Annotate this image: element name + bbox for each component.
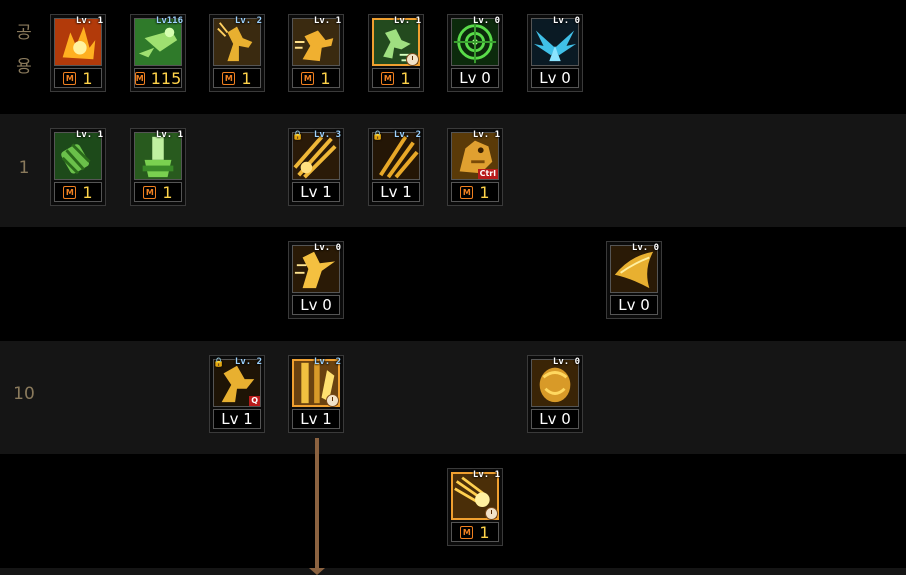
- skill-level-badge: Lv. 2: [234, 357, 262, 367]
- master-icon: M: [460, 525, 474, 539]
- skill-slot[interactable]: Lv. 0 Lv 0: [288, 241, 344, 319]
- skill-slot[interactable]: Lv. 0 Lv 0: [606, 241, 662, 319]
- skill-level-bar: M 1: [54, 182, 102, 202]
- skill-level-badge: Lv. 0: [552, 357, 580, 367]
- skill-level-value: 1: [479, 522, 490, 542]
- skill-slot[interactable]: 🔒 Lv. 3 Lv 1: [288, 128, 344, 206]
- skill-slot[interactable]: Lv116 M 115: [130, 14, 186, 92]
- skill-level-bar: M 115: [134, 68, 182, 88]
- master-icon: M: [63, 71, 77, 85]
- skill-level-bar: Lv 1: [213, 409, 261, 429]
- skill-level-bar: Lv 1: [292, 182, 340, 202]
- row-label-common: 공 용: [0, 16, 48, 84]
- master-icon: M: [460, 185, 474, 199]
- skill-level-text: Lv 1: [221, 410, 253, 428]
- skill-slot[interactable]: Lv. 2 Lv 1: [288, 355, 344, 433]
- skill-slot[interactable]: Lv. 1 Ctrl M 1: [447, 128, 503, 206]
- skill-level-text: Lv 1: [300, 410, 332, 428]
- skill-slot[interactable]: Lv. 1 M 1: [50, 128, 106, 206]
- skill-slot[interactable]: Lv. 0 Lv 0: [527, 14, 583, 92]
- skill-level-badge: Lv. 1: [155, 130, 183, 140]
- master-icon: M: [301, 71, 315, 85]
- skill-level-text: Lv 0: [459, 69, 491, 87]
- skill-slot[interactable]: 🔒 Lv. 2 Lv 1: [368, 128, 424, 206]
- skill-slot[interactable]: 🔒 Lv. 2 Q Lv 1: [209, 355, 265, 433]
- skill-level-bar: Lv 0: [610, 295, 658, 315]
- skill-level-badge: Lv. 1: [75, 16, 103, 26]
- skill-level-bar: Lv 0: [451, 68, 499, 88]
- skill-level-badge: Lv. 1: [393, 16, 421, 26]
- skill-level-bar: M 1: [451, 522, 499, 542]
- skill-level-badge: Lv. 2: [234, 16, 262, 26]
- skill-slot[interactable]: Lv. 1 M 1: [447, 468, 503, 546]
- skill-level-text: Lv 0: [300, 296, 332, 314]
- skill-level-text: Lv 1: [300, 183, 332, 201]
- row-level-10: [0, 341, 906, 454]
- skill-level-badge: Lv116: [155, 16, 183, 26]
- skill-level-badge: Lv. 1: [75, 130, 103, 140]
- skill-level-bar: Lv 0: [292, 295, 340, 315]
- skill-level-bar: M 1: [134, 182, 182, 202]
- skill-level-text: Lv 0: [539, 69, 571, 87]
- skill-level-bar: M 1: [213, 68, 261, 88]
- hotkey-badge: Q: [249, 396, 260, 406]
- skill-level-bar: Lv 0: [531, 68, 579, 88]
- skill-level-badge: Lv. 1: [472, 470, 500, 480]
- skill-link-line: [315, 438, 319, 570]
- skill-level-value: 1: [320, 68, 331, 88]
- row-bottom: [0, 568, 906, 575]
- skill-link-arrowhead: [309, 568, 325, 575]
- skill-level-value: 1: [241, 68, 252, 88]
- row-label-10: 10: [13, 384, 35, 404]
- skill-level-value: 1: [82, 68, 93, 88]
- lock-icon: 🔒: [213, 358, 225, 368]
- skill-level-badge: Lv. 3: [313, 130, 341, 140]
- master-icon: M: [222, 71, 236, 85]
- skill-level-value: 1: [400, 68, 411, 88]
- skill-level-bar: Lv 1: [292, 409, 340, 429]
- skill-level-value: 1: [479, 182, 490, 202]
- row-label-1: 1: [18, 158, 30, 178]
- skill-level-badge: Lv. 0: [313, 243, 341, 253]
- skill-level-text: Lv 1: [380, 183, 412, 201]
- master-icon: M: [143, 185, 157, 199]
- skill-level-value: 1: [162, 182, 173, 202]
- master-icon: M: [63, 185, 77, 199]
- skill-slot[interactable]: Lv. 1 M 1: [130, 128, 186, 206]
- skill-level-value: 115: [150, 68, 182, 88]
- skill-level-bar: M 1: [292, 68, 340, 88]
- lock-icon: 🔒: [372, 131, 384, 141]
- skill-slot[interactable]: Lv. 1 M 1: [368, 14, 424, 92]
- skill-slot[interactable]: Lv. 0 Lv 0: [527, 355, 583, 433]
- row-label-char: 공: [16, 23, 32, 43]
- cooldown-clock-icon: [406, 53, 419, 66]
- skill-level-badge: Lv. 2: [313, 357, 341, 367]
- skill-level-bar: Lv 1: [372, 182, 420, 202]
- master-icon: M: [134, 71, 145, 85]
- cooldown-clock-icon: [485, 507, 498, 520]
- skill-level-bar: Lv 0: [531, 409, 579, 429]
- skill-level-text: Lv 0: [618, 296, 650, 314]
- skill-level-badge: Lv. 1: [472, 130, 500, 140]
- cooldown-clock-icon: [326, 394, 339, 407]
- skill-level-badge: Lv. 0: [552, 16, 580, 26]
- skill-level-badge: Lv. 1: [313, 16, 341, 26]
- skill-level-badge: Lv. 2: [393, 130, 421, 140]
- skill-level-bar: M 1: [372, 68, 420, 88]
- skill-slot[interactable]: Lv. 0 Lv 0: [447, 14, 503, 92]
- lock-icon: 🔒: [292, 131, 304, 141]
- skill-slot[interactable]: Lv. 2 M 1: [209, 14, 265, 92]
- hotkey-badge: Ctrl: [477, 169, 498, 179]
- skill-level-badge: Lv. 0: [472, 16, 500, 26]
- skill-level-value: 1: [82, 182, 93, 202]
- master-icon: M: [381, 71, 395, 85]
- row-label-char: 용: [16, 57, 32, 77]
- row-level-5: [0, 228, 906, 340]
- skill-slot[interactable]: Lv. 1 M 1: [50, 14, 106, 92]
- skill-level-badge: Lv. 0: [631, 243, 659, 253]
- skill-level-bar: M 1: [54, 68, 102, 88]
- skill-level-bar: M 1: [451, 182, 499, 202]
- skill-level-text: Lv 0: [539, 410, 571, 428]
- skill-slot[interactable]: Lv. 1 M 1: [288, 14, 344, 92]
